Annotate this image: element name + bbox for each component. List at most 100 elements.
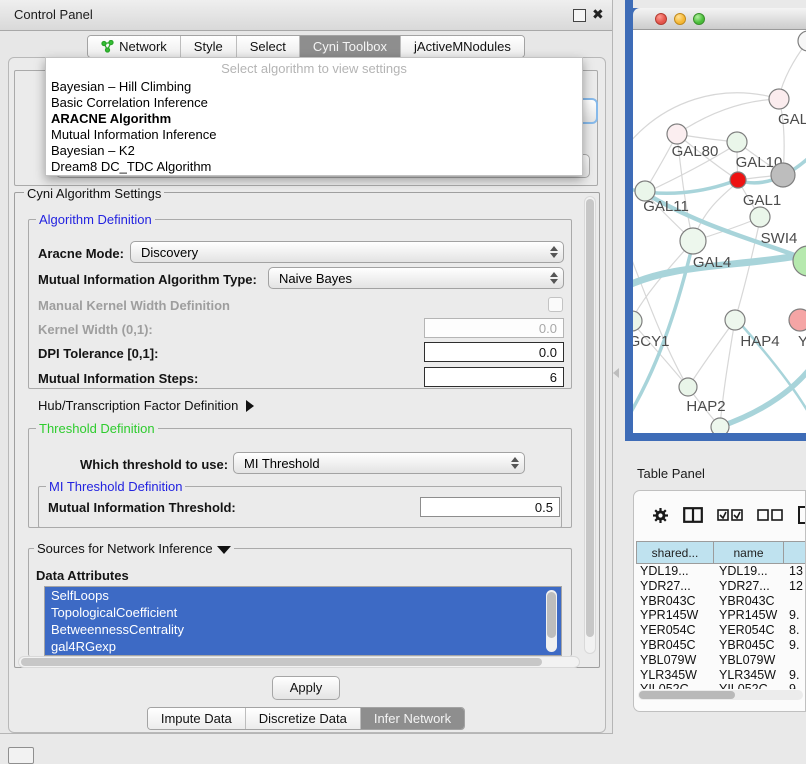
table-row[interactable]: YPR145WYPR145W9. bbox=[636, 608, 806, 623]
network-icon bbox=[101, 40, 114, 53]
unchecked-columns-icon[interactable] bbox=[757, 509, 783, 521]
algorithm-option-bayesian-hill-climbing[interactable]: Bayesian – Hill Climbing bbox=[51, 79, 571, 95]
settings-horizontal-scrollbar[interactable] bbox=[18, 656, 580, 668]
minimize-traffic-light-icon[interactable] bbox=[674, 13, 686, 25]
algorithm-option-bayesian-k2[interactable]: Bayesian – K2 bbox=[51, 143, 571, 159]
table-cell bbox=[783, 653, 806, 668]
mi-steps-field[interactable]: 6 bbox=[424, 367, 564, 387]
combo-stepper-icon bbox=[545, 272, 563, 284]
tab-label: Style bbox=[194, 39, 223, 54]
checked-columns-icon[interactable] bbox=[717, 509, 743, 521]
table-cell: YBR045C bbox=[636, 638, 713, 653]
data-attributes-list[interactable]: SelfLoopsTopologicalCoefficientBetweenne… bbox=[44, 586, 562, 656]
table-cell: 9. bbox=[783, 638, 806, 653]
mi-threshold-label: Mutual Information Threshold: bbox=[48, 500, 236, 515]
zoom-traffic-light-icon[interactable] bbox=[693, 13, 705, 25]
panel-splitter-handle[interactable] bbox=[613, 368, 619, 378]
aracne-mode-value: Discovery bbox=[131, 245, 545, 260]
tab-infer-network[interactable]: Infer Network bbox=[361, 708, 464, 729]
network-node-hap4[interactable] bbox=[725, 310, 745, 330]
table-cell: YDR27... bbox=[636, 579, 713, 594]
network-node[interactable] bbox=[771, 163, 795, 187]
which-threshold-combobox[interactable]: MI Threshold bbox=[233, 452, 525, 474]
table-horizontal-scrollbar[interactable] bbox=[638, 690, 803, 700]
network-node[interactable] bbox=[711, 418, 729, 433]
attribute-item-betweennesscentrality[interactable]: BetweennessCentrality bbox=[45, 621, 561, 638]
table-row[interactable]: YLR345WYLR345W9. bbox=[636, 668, 806, 683]
dpi-tolerance-field[interactable]: 0.0 bbox=[424, 342, 564, 362]
table-cell: 8. bbox=[783, 623, 806, 638]
mi-algorithm-type-label: Mutual Information Algorithm Type: bbox=[38, 272, 257, 287]
close-traffic-light-icon[interactable] bbox=[655, 13, 667, 25]
settings-vertical-scrollbar[interactable] bbox=[584, 196, 596, 654]
manual-kernel-width-checkbox[interactable] bbox=[548, 297, 563, 312]
apply-button[interactable]: Apply bbox=[272, 676, 340, 700]
network-canvas[interactable]: GALGAL80GAL10GAL1GAL11GAL4SWI4GCY1HAP4YH… bbox=[633, 30, 806, 433]
table-cell: 9. bbox=[783, 608, 806, 623]
document-icon[interactable] bbox=[797, 506, 806, 524]
table-row[interactable]: YIL052CYIL052C9. bbox=[636, 682, 806, 689]
network-node-gal1[interactable] bbox=[730, 172, 746, 188]
network-node[interactable] bbox=[750, 207, 770, 227]
tab-discretize-data[interactable]: Discretize Data bbox=[246, 708, 361, 729]
control-panel-window: Control Panel ✖ NetworkStyleSelectCyni T… bbox=[0, 0, 613, 734]
table-row[interactable]: YDL19...YDL19...13 bbox=[636, 564, 806, 579]
tab-impute-data[interactable]: Impute Data bbox=[148, 708, 246, 729]
algorithm-option-aracne-algorithm[interactable]: ARACNE Algorithm bbox=[51, 111, 571, 127]
table-header-row: shared...nameA bbox=[636, 541, 806, 564]
hub-definition-expander[interactable]: Hub/Transcription Factor Definition bbox=[38, 398, 254, 413]
table-cell bbox=[783, 594, 806, 609]
tab-select[interactable]: Select bbox=[237, 36, 300, 57]
table-row[interactable]: YBR043CYBR043C bbox=[636, 594, 806, 609]
split-pane-icon[interactable] bbox=[683, 507, 703, 523]
tab-network[interactable]: Network bbox=[88, 36, 181, 57]
mi-steps-label: Mutual Information Steps: bbox=[38, 371, 198, 386]
column-header-shared[interactable]: shared... bbox=[636, 541, 713, 564]
tab-style[interactable]: Style bbox=[181, 36, 237, 57]
aracne-mode-combobox[interactable]: Discovery bbox=[130, 241, 564, 263]
mi-threshold-definition-title: MI Threshold Definition bbox=[46, 479, 185, 494]
attribute-item-gal4rgexp[interactable]: gal4RGexp bbox=[45, 638, 561, 655]
mi-threshold-field[interactable]: 0.5 bbox=[420, 497, 560, 517]
network-node-gcy1[interactable] bbox=[633, 311, 642, 331]
table-row[interactable]: YER054CYER054C8. bbox=[636, 623, 806, 638]
table-cell: 13 bbox=[783, 564, 806, 579]
table-cell: YBR045C bbox=[713, 638, 783, 653]
node-label-gal80: GAL80 bbox=[672, 143, 719, 160]
application-window: Control Panel ✖ NetworkStyleSelectCyni T… bbox=[0, 0, 806, 762]
close-icon[interactable]: ✖ bbox=[592, 6, 604, 23]
network-node-gal10[interactable] bbox=[727, 132, 747, 152]
attribute-item-topologicalcoefficient[interactable]: TopologicalCoefficient bbox=[45, 604, 561, 621]
background bbox=[633, 0, 806, 8]
algorithm-option-dream8-dc-tdc-algorithm[interactable]: Dream8 DC_TDC Algorithm bbox=[51, 159, 571, 175]
float-window-icon[interactable] bbox=[573, 9, 586, 22]
table-row[interactable]: YBL079WYBL079W bbox=[636, 653, 806, 668]
gear-icon[interactable] bbox=[652, 507, 669, 524]
table-row[interactable]: YBR045CYBR045C9. bbox=[636, 638, 806, 653]
network-node-gal4[interactable] bbox=[680, 228, 706, 254]
table-body: YDL19...YDL19...13YDR27...YDR27...12YBR0… bbox=[636, 564, 806, 689]
mi-algorithm-type-value: Naive Bayes bbox=[269, 271, 545, 286]
column-header-name[interactable]: name bbox=[713, 541, 783, 564]
minimized-panel-icon[interactable] bbox=[8, 747, 34, 764]
column-header-a[interactable]: A bbox=[783, 541, 806, 564]
sources-group-title[interactable]: Sources for Network Inference bbox=[34, 541, 234, 556]
tab-cyni-toolbox[interactable]: Cyni Toolbox bbox=[300, 36, 401, 57]
cyni-bottom-tabs: Impute DataDiscretize DataInfer Network bbox=[0, 707, 612, 730]
network-node[interactable] bbox=[798, 31, 806, 51]
table-row[interactable]: YDR27...YDR27...12 bbox=[636, 579, 806, 594]
algorithm-option-mutual-information-inference[interactable]: Mutual Information Inference bbox=[51, 127, 571, 143]
sources-title-text: Sources for Network Inference bbox=[37, 541, 213, 556]
network-node-y[interactable] bbox=[789, 309, 806, 331]
attribute-item-selfloops[interactable]: SelfLoops bbox=[45, 587, 561, 604]
algorithm-option-basic-correlation-inference[interactable]: Basic Correlation Inference bbox=[51, 95, 571, 111]
network-node-gal80[interactable] bbox=[667, 124, 687, 144]
tab-jactivemnodules[interactable]: jActiveMNodules bbox=[401, 36, 524, 57]
network-node-gal[interactable] bbox=[769, 89, 789, 109]
network-node-hap2[interactable] bbox=[679, 378, 697, 396]
mi-algorithm-type-combobox[interactable]: Naive Bayes bbox=[268, 267, 564, 289]
network-node-swi4[interactable] bbox=[793, 246, 806, 276]
network-window-titlebar[interactable] bbox=[633, 8, 806, 30]
hub-definition-label: Hub/Transcription Factor Definition bbox=[38, 398, 238, 413]
attributes-scrollbar[interactable] bbox=[546, 590, 557, 652]
